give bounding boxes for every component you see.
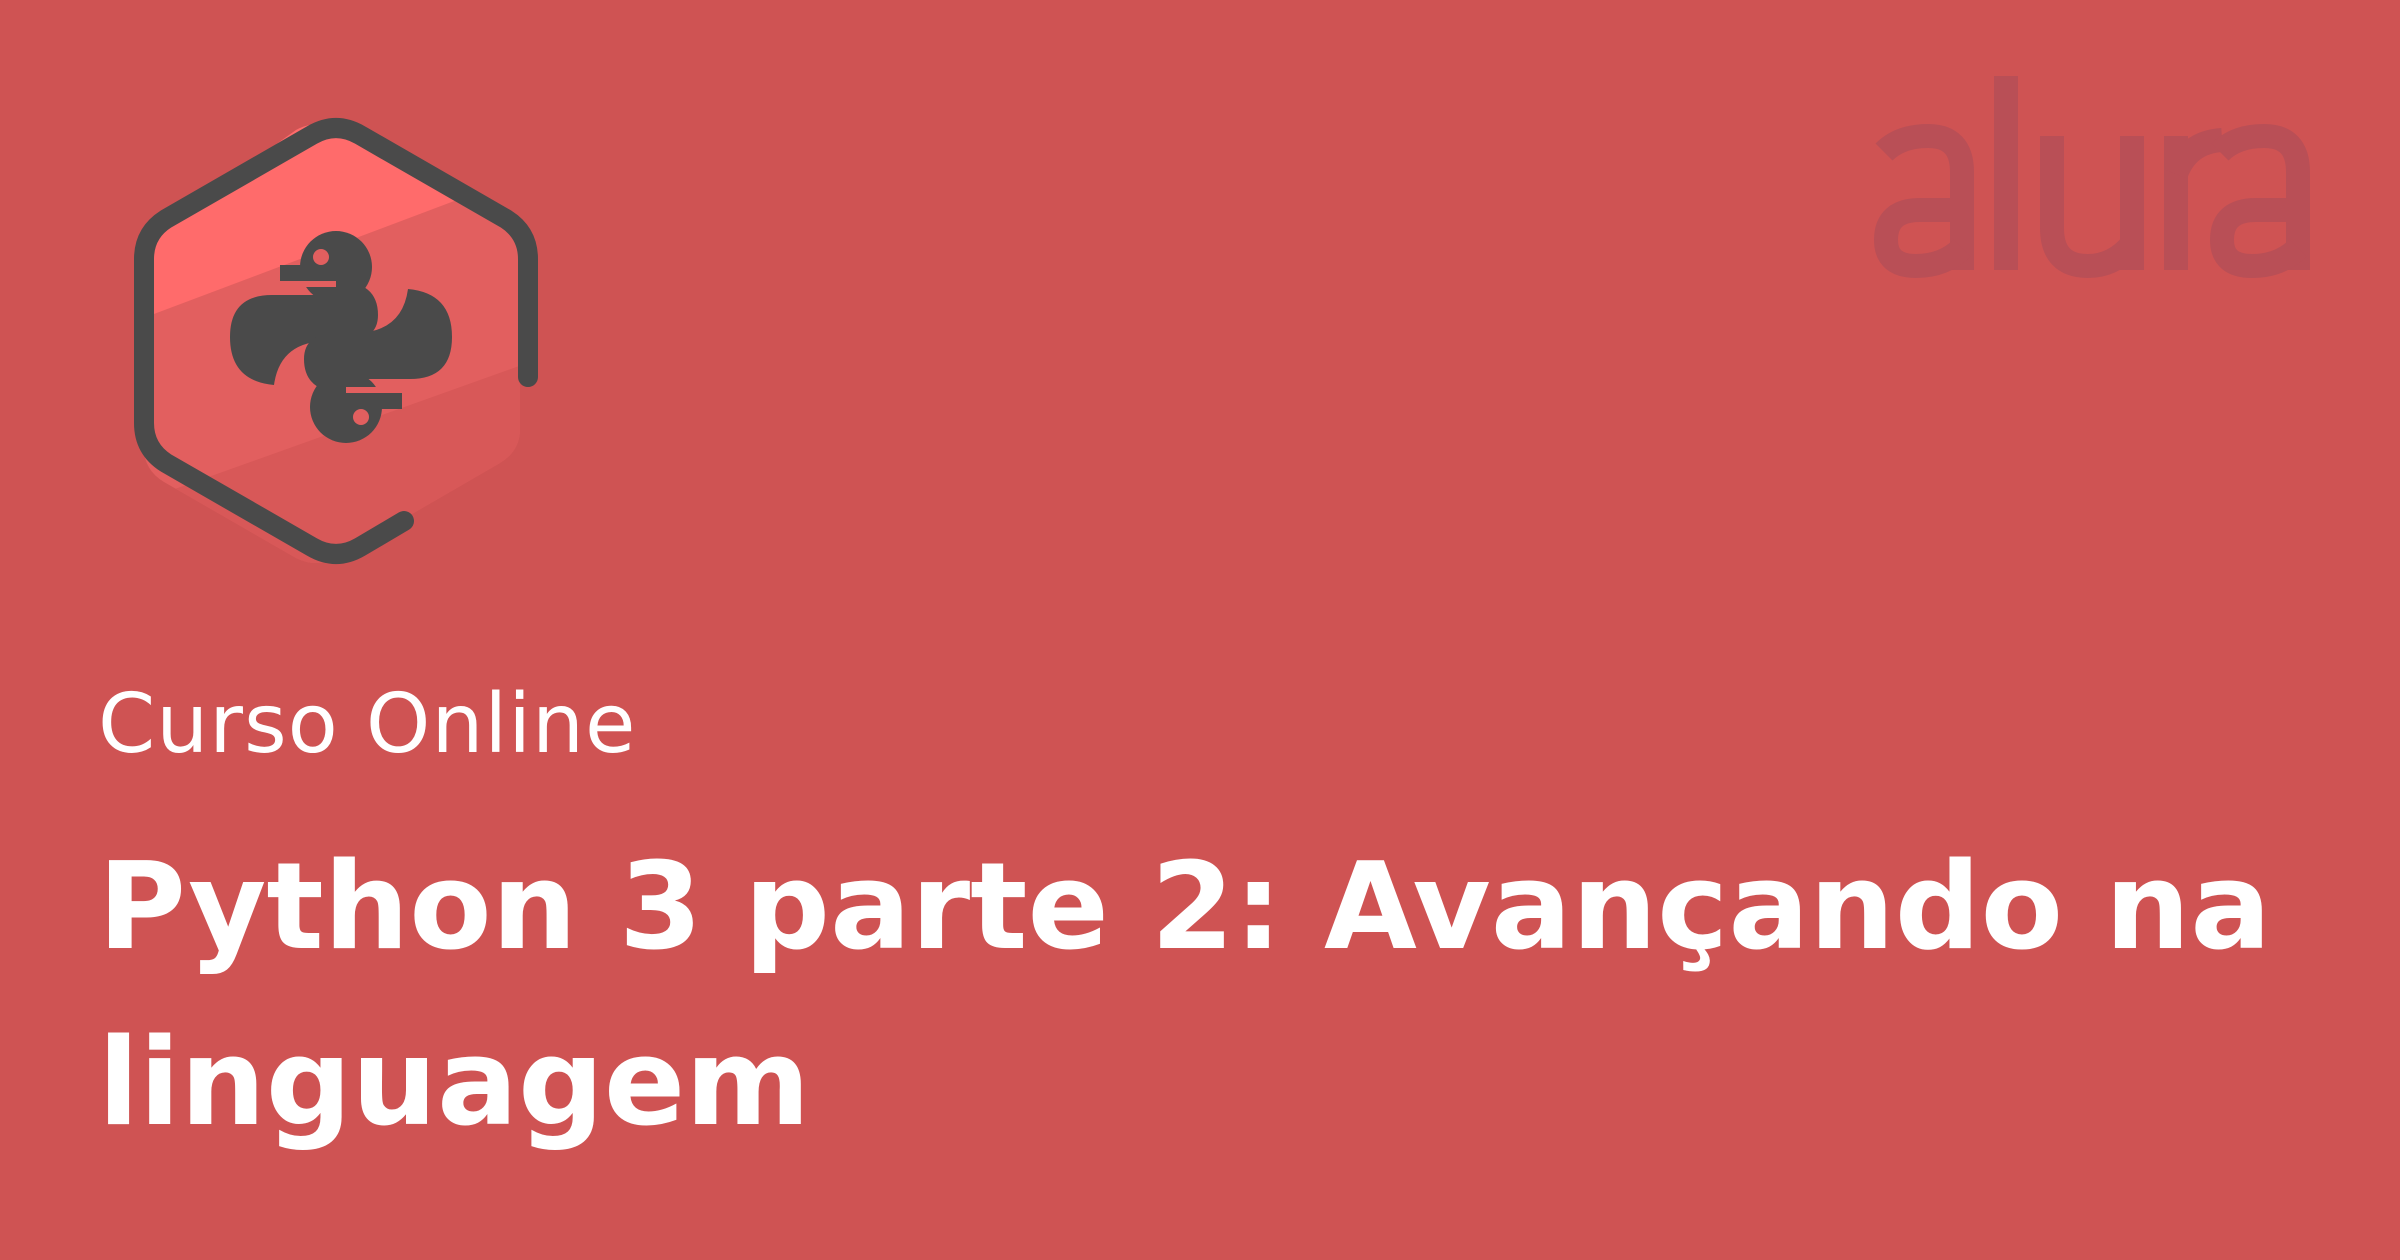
python-hexagon-icon: [134, 118, 538, 564]
alura-logo: [1873, 76, 2310, 279]
course-title: Python 3 parte 2: Avançando na linguagem: [98, 838, 2272, 1153]
course-banner: Curso Online Python 3 parte 2: Avançando…: [0, 0, 2400, 1260]
course-type-label: Curso Online: [98, 677, 637, 772]
